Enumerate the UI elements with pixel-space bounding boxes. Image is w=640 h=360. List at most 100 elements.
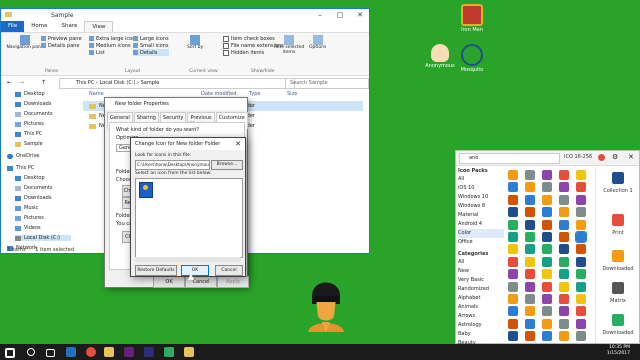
icon-grid-item[interactable] — [542, 207, 552, 218]
nav-item-local-disk[interactable]: Local Disk (C:) — [15, 235, 71, 241]
properties-title[interactable]: New folder Properties — [105, 98, 247, 110]
nav-item-this-pc-2[interactable]: This PC — [7, 165, 34, 171]
options-button[interactable]: Options — [309, 35, 326, 50]
icon-grid-item[interactable] — [576, 256, 586, 267]
back-arrow-icon[interactable]: ← — [7, 79, 12, 86]
folder-taskbar-icon[interactable] — [184, 347, 194, 357]
icon-grid-item[interactable] — [525, 244, 535, 255]
nav-pane-button[interactable]: Navigation pane — [5, 35, 45, 50]
icon-grid-item[interactable] — [559, 306, 569, 317]
category-item[interactable]: Animals — [458, 303, 504, 312]
settings-icon[interactable]: ⚙ — [612, 153, 618, 161]
icon-grid-item[interactable] — [559, 194, 569, 205]
icon-grid-item[interactable] — [576, 219, 586, 230]
ok-button[interactable]: OK — [153, 276, 185, 288]
icon-grid-item[interactable] — [559, 281, 569, 292]
search-input[interactable]: ano — [459, 153, 560, 164]
preview-label[interactable]: Downloaded — [596, 330, 640, 336]
category-item[interactable]: Alphabet — [458, 294, 504, 303]
sort-by-button[interactable]: Sort by — [187, 35, 203, 50]
nav-item-onedrive[interactable]: OneDrive — [7, 153, 40, 159]
nav-item-documents-2[interactable]: Documents — [15, 185, 53, 191]
category-item[interactable]: Arrows — [458, 312, 504, 321]
icon-grid-item[interactable] — [508, 170, 518, 180]
column-name[interactable]: Name — [89, 91, 104, 97]
pack-item[interactable]: Windows 10 — [458, 193, 504, 202]
layout-extra-large[interactable]: Extra large icons — [89, 35, 138, 42]
checkbox[interactable] — [223, 42, 229, 49]
icon-grid-item[interactable] — [542, 294, 552, 304]
icon-grid-item[interactable] — [525, 219, 535, 230]
nav-item-sample[interactable]: Sample — [15, 141, 43, 147]
icon-grid-item[interactable] — [508, 232, 518, 242]
pack-item[interactable]: Material — [458, 211, 504, 220]
tab-view[interactable]: View — [84, 21, 114, 32]
category-item[interactable]: Very Basic — [458, 276, 504, 285]
icon-grid-item[interactable] — [576, 269, 586, 280]
app-icon[interactable] — [144, 347, 154, 357]
pack-item[interactable]: Android 4 — [458, 220, 504, 229]
icon-grid-item[interactable] — [575, 231, 587, 243]
icon-grid-item[interactable] — [508, 281, 518, 292]
tab-share[interactable]: Share — [54, 21, 84, 32]
icon-grid-item[interactable] — [508, 219, 518, 230]
icon-grid-item[interactable] — [542, 244, 552, 255]
icon-grid-item[interactable] — [542, 219, 552, 230]
format-select[interactable]: ICO 16-256 — [564, 154, 592, 160]
icon-grid-item[interactable] — [576, 207, 586, 218]
icon-grid-item[interactable] — [559, 182, 569, 193]
icon-grid-item[interactable] — [525, 331, 535, 342]
checkbox[interactable] — [223, 35, 229, 42]
pack-item[interactable]: All — [458, 175, 504, 184]
nav-item-desktop[interactable]: Desktop — [15, 91, 45, 97]
icon-grid-item[interactable] — [576, 281, 586, 292]
column-type[interactable]: Type — [249, 91, 260, 97]
pack-item[interactable]: Office — [458, 238, 504, 247]
visual-studio-icon[interactable] — [124, 347, 134, 357]
desktop-icon-iron-man[interactable]: Iron Man — [452, 4, 492, 33]
icon-grid-item[interactable] — [542, 182, 552, 193]
desktop-icon-mosquito[interactable]: Mosquito — [452, 44, 492, 73]
details-pane-button[interactable]: Details pane — [41, 42, 82, 49]
icon-grid-item[interactable] — [525, 294, 535, 304]
preview-label[interactable]: Print — [596, 230, 640, 236]
close-icon[interactable]: ✕ — [628, 153, 634, 161]
nav-item-pictures[interactable]: Pictures — [15, 121, 44, 127]
change-icon-title[interactable]: Change Icon for New folder Folder — [131, 138, 245, 150]
anonymous-icon[interactable] — [139, 182, 153, 198]
icon-grid-item[interactable] — [559, 219, 569, 230]
icon-grid-item[interactable] — [508, 318, 518, 329]
icon-grid-item[interactable] — [508, 331, 518, 342]
apply-button[interactable]: Apply — [217, 276, 249, 288]
pack-item[interactable]: iOS 10 — [458, 184, 504, 193]
chrome-icon[interactable] — [86, 347, 96, 357]
icon-grid-item[interactable] — [542, 256, 552, 267]
layout-small[interactable]: Small icons — [133, 42, 169, 49]
forward-arrow-icon[interactable]: → — [19, 79, 24, 86]
icon-grid-item[interactable] — [508, 194, 518, 205]
category-item[interactable]: Randomized — [458, 285, 504, 294]
layout-list[interactable]: List — [89, 49, 138, 56]
horizontal-scrollbar[interactable] — [135, 257, 241, 262]
icon-grid-item[interactable] — [525, 256, 535, 267]
category-item[interactable]: New — [458, 267, 504, 276]
nav-item-this-pc[interactable]: This PC — [15, 131, 42, 137]
icon-grid-item[interactable] — [559, 170, 569, 180]
nav-item-documents[interactable]: Documents — [15, 111, 53, 117]
preview-label[interactable]: Collection 1 — [596, 188, 640, 194]
icon-grid-item[interactable] — [525, 170, 535, 180]
icon-grid-item[interactable] — [542, 281, 552, 292]
icon-grid-item[interactable] — [525, 194, 535, 205]
icon-grid-item[interactable] — [576, 318, 586, 329]
icon-grid-item[interactable] — [576, 294, 586, 304]
preview-label[interactable]: Downloaded — [596, 266, 640, 272]
icon-grid-item[interactable] — [576, 182, 586, 193]
icon-grid-item[interactable] — [525, 281, 535, 292]
icon-grid-item[interactable] — [576, 194, 586, 205]
color-picker-icon[interactable] — [598, 154, 605, 161]
tab-file[interactable]: File — [1, 21, 25, 32]
icon-grid-item[interactable] — [542, 306, 552, 317]
icon-grid-item[interactable] — [559, 318, 569, 329]
category-item[interactable]: All — [458, 258, 504, 267]
icon-grid-item[interactable] — [576, 306, 586, 317]
